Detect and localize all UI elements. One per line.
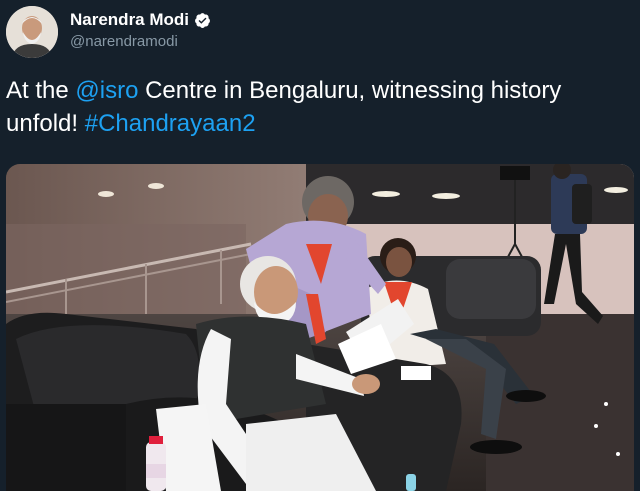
mention-link[interactable]: @isro <box>75 77 138 104</box>
tweet-card[interactable]: Narendra Modi @narendramodi At the @isro… <box>0 0 640 491</box>
author-name[interactable]: Narendra Modi <box>70 10 211 30</box>
author-name-label: Narendra Modi <box>70 10 190 29</box>
hashtag-link[interactable]: #Chandrayaan2 <box>85 110 256 137</box>
photo-icon <box>6 164 634 491</box>
author-avatar[interactable] <box>6 6 58 58</box>
tweet-photo[interactable] <box>6 164 634 491</box>
author-handle[interactable]: @narendramodi <box>70 33 178 50</box>
person-avatar-icon <box>6 6 58 58</box>
tweet-text: At the @isro Centre in Bengaluru, witnes… <box>6 74 626 140</box>
tweet-text-part-1: At the <box>6 77 76 104</box>
verified-badge-icon <box>195 12 210 28</box>
